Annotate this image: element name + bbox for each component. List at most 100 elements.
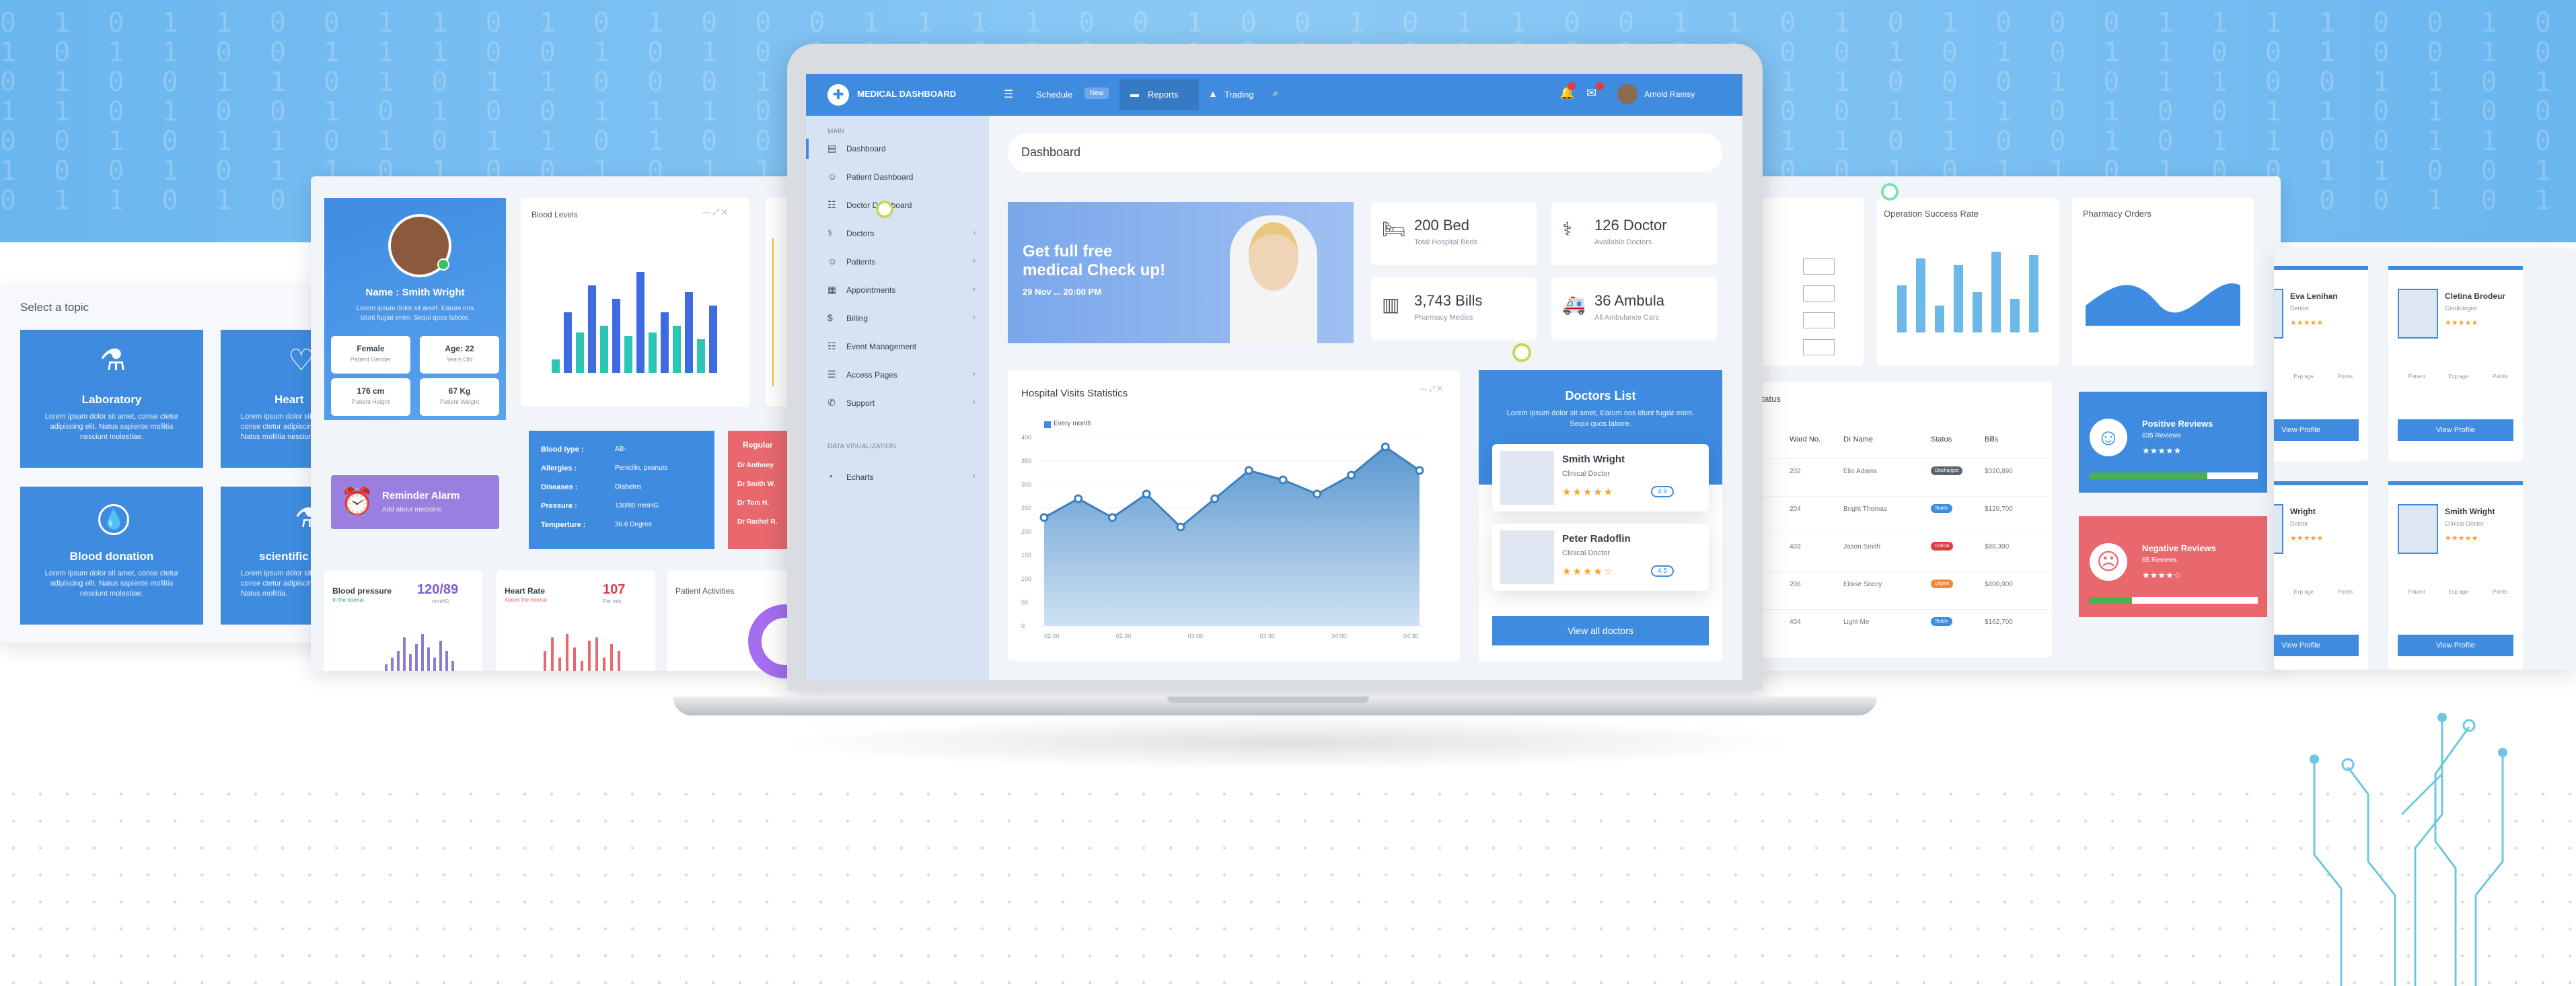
chart-bar bbox=[709, 306, 717, 373]
stat-card[interactable]: 🚑 36 Ambula All Ambulance Cars bbox=[1551, 277, 1717, 341]
sidebar-item[interactable]: Billing bbox=[846, 314, 868, 323]
doctor-icon: ⚕ bbox=[1562, 219, 1573, 240]
chart-bar bbox=[1991, 252, 2001, 332]
mail-icon[interactable]: ✉ bbox=[1586, 86, 1596, 100]
search-icon[interactable]: ⌕ bbox=[1273, 87, 1278, 99]
chart-bar bbox=[600, 326, 608, 373]
sidebar-item[interactable]: Appointments bbox=[846, 285, 895, 295]
reminder-sub: Add about medicine bbox=[382, 506, 442, 514]
card-tools-icon[interactable]: — ⤢ ✕ bbox=[702, 207, 727, 217]
patient-profile-card: Name : Smith Wright Lorem ipsum dolor si… bbox=[324, 198, 506, 420]
stat-card[interactable]: ▥ 3,743 Bills Pharmacy Medics bbox=[1371, 277, 1537, 341]
positive-reviews-card: ☺ Positive Reviews 835 Reviews ★★★★★ bbox=[2079, 392, 2267, 493]
chevron-right-icon: › bbox=[973, 471, 976, 481]
doctor-role: Clinical Doctor bbox=[2445, 520, 2485, 527]
date-chip[interactable] bbox=[1803, 258, 1835, 275]
sidebar-item-icon: ⚕ bbox=[827, 227, 833, 238]
operation-success-card: Operation Success Rate bbox=[1877, 198, 2059, 366]
sidebar-item-icon: ☺ bbox=[827, 256, 838, 267]
page-header: Dashboard bbox=[1008, 133, 1722, 172]
chart-bar bbox=[409, 654, 412, 671]
promo-banner[interactable]: Get full free medical Check up! 29 Nov ..… bbox=[1008, 202, 1354, 343]
sidebar-item[interactable]: Support bbox=[846, 398, 875, 408]
stat-label: Points bbox=[2492, 589, 2508, 595]
legend-swatch bbox=[1044, 421, 1051, 428]
table-header: Status bbox=[1931, 435, 1952, 444]
date-chip[interactable] bbox=[1803, 312, 1835, 328]
pharmacy-orders-chart bbox=[2086, 283, 2240, 326]
sidebar-item[interactable]: Event Management bbox=[846, 342, 916, 351]
sidebar-item[interactable]: Access Pages bbox=[846, 370, 897, 380]
card-accent bbox=[2274, 266, 2368, 270]
rating-badge: 4.9 bbox=[1651, 486, 1674, 497]
doctor-role: Dentist bbox=[2290, 305, 2310, 312]
rating-stars: ★★★★★ bbox=[1562, 487, 1615, 498]
cell-doctor: Jason Smith bbox=[1843, 543, 1881, 551]
row-divider bbox=[1749, 609, 2052, 610]
sidebar-item-echarts[interactable]: Echarts bbox=[846, 472, 874, 482]
cell-bill: $88,300 bbox=[1985, 543, 2010, 551]
cell-ward: 206 bbox=[1790, 581, 1801, 588]
mail-badge bbox=[1596, 82, 1604, 90]
stat-card[interactable]: 🛏 200 Bed Total Hospital Beds bbox=[1371, 202, 1537, 265]
date-chip[interactable] bbox=[1803, 285, 1835, 302]
y-tick-label: 100 bbox=[1021, 575, 1031, 582]
user-name[interactable]: Arnold Ramsy bbox=[1644, 90, 1695, 99]
y-tick-label: 300 bbox=[1021, 481, 1031, 488]
stat-card[interactable]: ⚕ 126 Doctor Available Doctors bbox=[1551, 202, 1717, 265]
chart-bar bbox=[564, 312, 572, 373]
date-chip[interactable] bbox=[1803, 339, 1835, 355]
menu-toggle-icon[interactable]: ☰ bbox=[1004, 87, 1013, 101]
y-tick-label: 200 bbox=[1021, 528, 1031, 535]
patient-dashboard-panel: Name : Smith Wright Lorem ipsum dolor si… bbox=[311, 176, 822, 671]
info-value: Penicilin, peanuts bbox=[615, 464, 668, 472]
view-all-doctors-button[interactable]: View all doctors bbox=[1492, 616, 1709, 645]
nav-trading[interactable]: Trading bbox=[1224, 90, 1254, 100]
user-avatar[interactable] bbox=[1617, 84, 1637, 104]
reminder-alarm-card[interactable]: ⏰ Reminder Alarm Add about medicine bbox=[331, 475, 499, 529]
cell-ward: 202 bbox=[1790, 468, 1801, 475]
chart-bar bbox=[544, 651, 546, 671]
tile-blood-donation[interactable]: 💧 Blood donation Lorem ipsum dolor sit a… bbox=[20, 487, 203, 625]
y-tick-label: 0 bbox=[1021, 623, 1025, 629]
info-key: Temperture : bbox=[541, 521, 586, 529]
stat-value: 3,743 Bills bbox=[1414, 292, 1483, 309]
doctor-entry[interactable]: Peter Radoflin Clinical Doctor ★★★★☆ 4.5 bbox=[1492, 524, 1709, 591]
view-profile-button[interactable]: View Profile bbox=[2274, 419, 2359, 441]
stat-value: 36 Ambula bbox=[1594, 292, 1664, 309]
tile-laboratory[interactable]: ⚗ Laboratory Lorem ipsum dolor sit amet,… bbox=[20, 330, 203, 468]
chart-bar bbox=[403, 637, 406, 671]
x-tick-label: 03:00 bbox=[1188, 633, 1204, 639]
positive-title: Positive Reviews bbox=[2142, 419, 2213, 429]
regular-title: Regular bbox=[743, 440, 773, 450]
card-tools-icon[interactable]: — ⤢ ✕ bbox=[1420, 385, 1442, 394]
sidebar-section-main: MAIN bbox=[827, 128, 844, 135]
view-profile-button[interactable]: View Profile bbox=[2274, 635, 2359, 656]
op-title: Operation Success Rate bbox=[1884, 209, 1979, 219]
chart-bar bbox=[2010, 299, 2020, 332]
doctors-list-card: Doctors List Lorem ipsum dolor sit amet,… bbox=[1479, 370, 1722, 661]
sidebar-item[interactable]: Patients bbox=[846, 257, 875, 267]
view-profile-button[interactable]: View Profile bbox=[2398, 635, 2513, 656]
view-profile-button[interactable]: View Profile bbox=[2398, 419, 2513, 441]
chart-bar bbox=[1954, 265, 1963, 332]
ambulance-icon: 🚑 bbox=[1562, 294, 1586, 315]
nav-schedule[interactable]: Schedule bbox=[1036, 90, 1072, 100]
sidebar-item[interactable]: Patient Dashboard bbox=[846, 172, 913, 182]
sidebar-item[interactable]: Doctors bbox=[846, 229, 874, 238]
activities-title: Patient Activities bbox=[675, 586, 735, 596]
stat-label: Exp age bbox=[2293, 589, 2314, 595]
stat-label: Available Doctors bbox=[1594, 238, 1652, 246]
regular-doctor: Dr Smith W. bbox=[737, 481, 776, 488]
doctor-entry[interactable]: Smith Wright Clinical Doctor ★★★★★ 4.9 bbox=[1492, 444, 1709, 512]
sidebar-item[interactable]: Dashboard bbox=[846, 144, 886, 153]
chevron-right-icon: › bbox=[973, 312, 976, 322]
stat-label: Exp age bbox=[2448, 589, 2468, 595]
doctor-photo bbox=[1500, 451, 1554, 505]
chart-bar bbox=[649, 332, 657, 373]
sidebar-item-icon: ☷ bbox=[827, 199, 836, 210]
sidebar-item-icon: $ bbox=[827, 312, 833, 323]
nav-reports[interactable]: Reports bbox=[1148, 90, 1179, 100]
tile-title: Blood donation bbox=[69, 550, 154, 563]
chart-bar bbox=[566, 634, 568, 671]
